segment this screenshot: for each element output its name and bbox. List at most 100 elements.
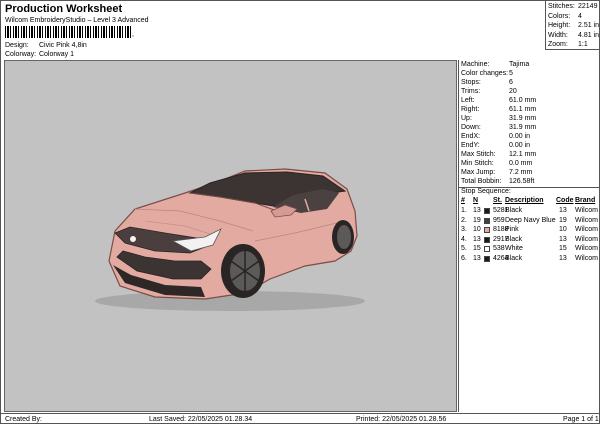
seq-st: 959 [493,216,505,224]
col-brand: Brand [575,197,596,204]
stat-row: Height: 2.51 in [548,22,600,32]
last-saved: Last Saved: 22/05/2025 01.28.34 [149,416,253,423]
seq-desc: Black [505,254,523,262]
seq-code: 13 [559,235,567,243]
info-value: 0.00 in [509,142,531,149]
stat-value: 4 [578,12,582,20]
sequence-row: 4. 13 2917 Black 13 Wilcom [461,236,599,246]
sequence-row: 6. 13 4264 Black 13 Wilcom [461,255,599,265]
info-row: Trims: 20 [461,88,517,97]
seq-desc: Pink [505,226,519,233]
page-number: Page 1 of 1 [563,416,599,423]
info-row: Total Bobbin: 126.58ft [461,178,534,187]
info-label: Color changes: [461,70,509,77]
stat-row: Stitches: 22149 [548,3,600,13]
stat-value: 1:1 [578,41,588,48]
colorway-value: Colorway 1 [38,51,74,58]
colorway-label: Colorway: [5,51,37,58]
info-row: Machine: Tajima [461,61,529,70]
info-value: 0.0 mm [509,160,533,167]
stat-label: Stitches: [548,3,575,10]
color-swatch [484,227,490,233]
info-value: 61.0 mm [509,97,537,104]
seq-desc: Black [505,235,523,243]
sequence-row: 5. 15 538 White 15 Wilcom [461,245,599,255]
stat-value: 2.51 in [578,22,600,29]
info-row: Min Stitch: 0.0 mm [461,160,532,169]
info-label: Left: [461,97,475,104]
info-value: 31.9 mm [509,124,537,131]
col-st: St. [493,197,502,204]
design-row: Design: Civic Pink 4,8in [5,42,87,49]
created-by: Created By: [5,416,42,423]
seq-code: 13 [559,207,567,214]
seq-brand: Wilcom [575,235,598,243]
col-n: N [473,197,479,204]
seq-num: 3. [461,226,467,233]
stat-row: Colors: 4 [548,13,600,23]
seq-code: 15 [559,245,567,252]
design-label: Design: [5,42,29,49]
color-swatch [484,246,490,252]
info-label: Stops: [461,79,481,86]
seq-n: 19 [473,216,481,224]
seq-n: 13 [473,207,481,214]
col-code: Code [556,197,574,204]
seq-n: 13 [473,235,481,243]
stat-value: 4.81 in [578,31,600,39]
footer: Created By: Last Saved: 22/05/2025 01.28… [1,413,600,424]
machine-info-panel: Machine: Tajima Color changes:5 Stops: 6 T… [458,60,600,412]
info-value: 20 [509,88,517,95]
info-row: Up: 31.9 mm [461,115,536,124]
seq-brand: Wilcom [575,245,598,252]
design-preview [4,60,457,412]
info-row: EndY: 0.00 in [461,142,530,151]
info-row: Stops: 6 [461,79,513,88]
info-label: Up: [461,115,472,122]
seq-num: 6. [461,254,467,262]
sequence-row: 2. 19 959 Deep Navy Blue 19 Wilcom [461,217,599,227]
info-label: Right: [461,106,480,113]
stat-row: Zoom: 1:1 [548,41,600,51]
info-value: 7.2 mm [509,169,533,176]
seq-desc: Deep Navy Blue [505,216,556,224]
colorway-row: Colorway: Colorway 1 [5,51,74,58]
info-label: Total Bobbin: [461,178,502,185]
seq-brand: Wilcom [575,254,598,262]
stat-row: Width: 4.81 in [548,32,600,42]
design-value: Civic Pink 4,8in [38,42,87,49]
seq-desc: White [505,245,523,252]
seq-st: 538 [493,245,505,252]
info-label: Trims: [461,88,481,95]
info-row: Max Stitch: 12.1 mm [461,151,536,160]
production-worksheet: Production Worksheet Wilcom EmbroiderySt… [0,0,600,424]
col-num: # [461,197,465,204]
stat-label: Colors: [548,12,571,20]
info-row: Down: 31.9 mm [461,124,536,133]
info-label: Machine: [461,61,490,68]
car-embroidery-image [95,168,365,311]
seq-num: 5. [461,245,467,252]
seq-n: 10 [473,226,481,233]
color-swatch [484,255,490,262]
info-label: EndX: [461,133,481,140]
stat-label: Width: [548,31,568,39]
info-value: 0.00 in [509,133,531,140]
seq-num: 4. [461,235,467,243]
info-row: Right: 61.1 mm [461,106,536,115]
info-value: Tajima [509,61,530,68]
seq-num: 1. [461,207,467,214]
info-label: Min Stitch: [461,160,494,167]
seq-code: 19 [559,216,567,224]
seq-brand: Wilcom [575,207,598,214]
seq-n: 13 [473,254,481,262]
seq-n: 15 [473,245,481,252]
info-row: Color changes:5 [461,70,513,79]
barcode [5,26,131,38]
color-swatch [484,236,490,243]
info-label: Max Jump: [461,169,496,176]
info-row: Max Jump: 7.2 mm [461,169,532,178]
info-value: 5 [509,70,513,77]
seq-brand: Wilcom [575,226,598,233]
sequence-header: # N St. Description Code Brand [461,197,599,207]
